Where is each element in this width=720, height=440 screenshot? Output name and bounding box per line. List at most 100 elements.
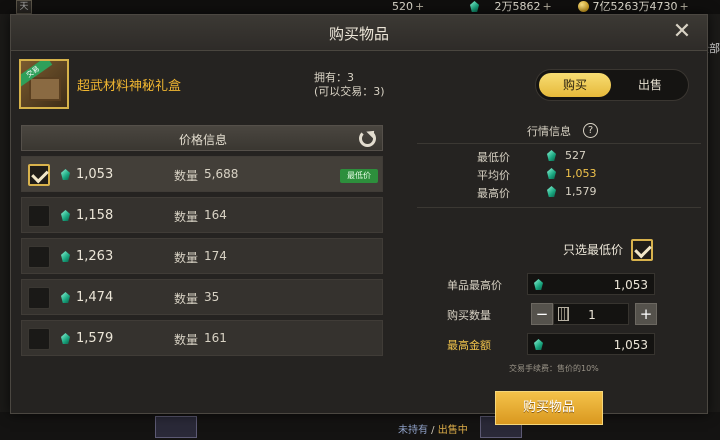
add-icon[interactable]: +: [543, 0, 552, 13]
divider: [417, 143, 701, 144]
gem-icon: [547, 150, 556, 161]
gem-icon: [534, 279, 543, 290]
separator: /: [428, 425, 438, 436]
row-quantity: 5,688: [204, 167, 239, 181]
close-icon[interactable]: ✕: [671, 21, 693, 43]
background-thumbnail: [155, 416, 197, 438]
background-bottom-strip: [0, 412, 720, 440]
lowest-price-badge: 最低价: [340, 169, 378, 183]
resource-value: 7亿5263万4730: [592, 0, 678, 13]
max-price-label: 最高价: [477, 187, 510, 200]
row-quantity: 164: [204, 208, 227, 222]
resource-value: 520: [392, 0, 413, 13]
resource-value: 2万5862: [494, 0, 541, 13]
owned-count: 拥有：3: [314, 71, 354, 84]
max-total-value: 1,053: [613, 338, 648, 352]
price-list-header: 价格信息: [21, 125, 383, 151]
max-total-field[interactable]: 1,053: [527, 333, 655, 355]
increase-quantity-button[interactable]: +: [635, 303, 657, 325]
gem-icon: [61, 333, 70, 344]
top-resource-bar: 天 520 + 2万5862 + 7亿5263万4730 +: [0, 0, 720, 14]
row-price: 1,053: [76, 167, 114, 182]
unit-max-price-value: 1,053: [613, 278, 648, 292]
price-row[interactable]: 1,158 数量 164: [21, 197, 383, 233]
decrease-quantity-button[interactable]: −: [531, 303, 553, 325]
gem-icon: [61, 292, 70, 303]
buy-sell-toggle: 购买 出售: [535, 69, 689, 101]
gem-icon: [547, 168, 556, 179]
min-price-stat: 最低价 527: [477, 149, 586, 165]
add-icon[interactable]: +: [680, 0, 689, 13]
buy-item-button[interactable]: 购买物品: [495, 391, 603, 425]
purchase-dialog: 购买物品 ✕ 交易 超武材料神秘礼盒 拥有：3 (可以交易：3) 购买 出售 价…: [10, 14, 708, 425]
row-price: 1,158: [76, 208, 114, 223]
unheld-label: 未持有: [398, 425, 428, 436]
qty-label: 数量: [174, 333, 199, 347]
ownership-info: 拥有：3 (可以交易：3): [314, 71, 385, 99]
refresh-icon[interactable]: [359, 130, 376, 147]
price-row[interactable]: 1,474 数量 35: [21, 279, 383, 315]
min-price-value: 527: [565, 149, 586, 162]
resource-stat-2: 2万5862 +: [470, 0, 552, 14]
quantity-stepper[interactable]: 1: [553, 303, 629, 325]
item-name: 超武材料神秘礼盒: [77, 79, 182, 94]
row-checkbox[interactable]: [28, 287, 50, 309]
quantity-label: 购买数量: [447, 309, 491, 322]
avg-price-label: 平均价: [477, 169, 510, 182]
row-checkbox[interactable]: [28, 164, 50, 186]
avg-price-stat: 平均价 1,053: [477, 167, 597, 183]
gift-box-icon: [29, 77, 61, 101]
quantity-value: 1: [588, 308, 596, 322]
gem-icon: [61, 210, 70, 221]
qty-label: 数量: [174, 210, 199, 224]
price-row[interactable]: 1,579 数量 161: [21, 320, 383, 356]
row-quantity: 161: [204, 331, 227, 345]
price-row[interactable]: 1,053 数量 5,688 最低价: [21, 156, 383, 192]
coin-icon: [578, 1, 589, 12]
price-list-title: 价格信息: [178, 133, 227, 147]
row-price: 1,263: [76, 249, 114, 264]
market-panel: 行情信息 ? 最低价 527 平均价 1,053 最高价 1,579 只选最低价…: [417, 119, 701, 409]
qty-label: 数量: [174, 292, 199, 306]
row-quantity: 174: [204, 249, 227, 263]
max-total-label: 最高金额: [447, 339, 491, 352]
tab-sell[interactable]: 出售: [614, 73, 686, 97]
price-row[interactable]: 1,263 数量 174: [21, 238, 383, 274]
only-lowest-label: 只选最低价: [563, 243, 624, 257]
only-lowest-checkbox[interactable]: [631, 239, 653, 261]
selling-label: 出售中: [437, 425, 468, 436]
item-icon[interactable]: 交易: [19, 59, 69, 109]
gem-icon: [470, 1, 479, 12]
tab-buy[interactable]: 购买: [539, 73, 611, 97]
gem-icon: [61, 251, 70, 262]
gem-icon: [61, 169, 70, 180]
row-quantity: 35: [204, 290, 220, 304]
resource-stat-3: 7亿5263万4730 +: [578, 0, 689, 14]
qty-label: 数量: [174, 169, 199, 183]
fee-note: 交易手续费：售价的10%: [509, 364, 599, 373]
dialog-header: 购买物品 ✕: [11, 15, 707, 51]
menu-icon[interactable]: 天: [16, 0, 32, 14]
background-status-text: 未持有 / 出售中: [398, 421, 468, 436]
help-icon[interactable]: ?: [583, 123, 598, 138]
max-price-stat: 最高价 1,579: [477, 185, 597, 201]
dialog-title: 购买物品: [328, 25, 389, 43]
unit-max-price-field[interactable]: 1,053: [527, 273, 655, 295]
gem-icon: [534, 339, 543, 350]
row-price: 1,474: [76, 290, 114, 305]
unit-max-price-label: 单品最高价: [447, 279, 502, 292]
add-icon[interactable]: +: [415, 0, 424, 13]
row-checkbox[interactable]: [28, 205, 50, 227]
gem-icon: [547, 186, 556, 197]
min-price-label: 最低价: [477, 151, 510, 164]
resource-stat-1: 520 +: [392, 0, 424, 14]
avg-price-value: 1,053: [565, 167, 597, 180]
row-price: 1,579: [76, 331, 114, 346]
qty-label: 数量: [174, 251, 199, 265]
row-checkbox[interactable]: [28, 246, 50, 268]
row-checkbox[interactable]: [28, 328, 50, 350]
market-info-title: 行情信息: [527, 125, 571, 138]
max-price-value: 1,579: [565, 185, 597, 198]
tradable-count: (可以交易：3): [314, 85, 385, 98]
price-list-panel: 价格信息 1,053 数量 5,688 最低价 1,158 数量 164 1,2…: [21, 125, 383, 357]
